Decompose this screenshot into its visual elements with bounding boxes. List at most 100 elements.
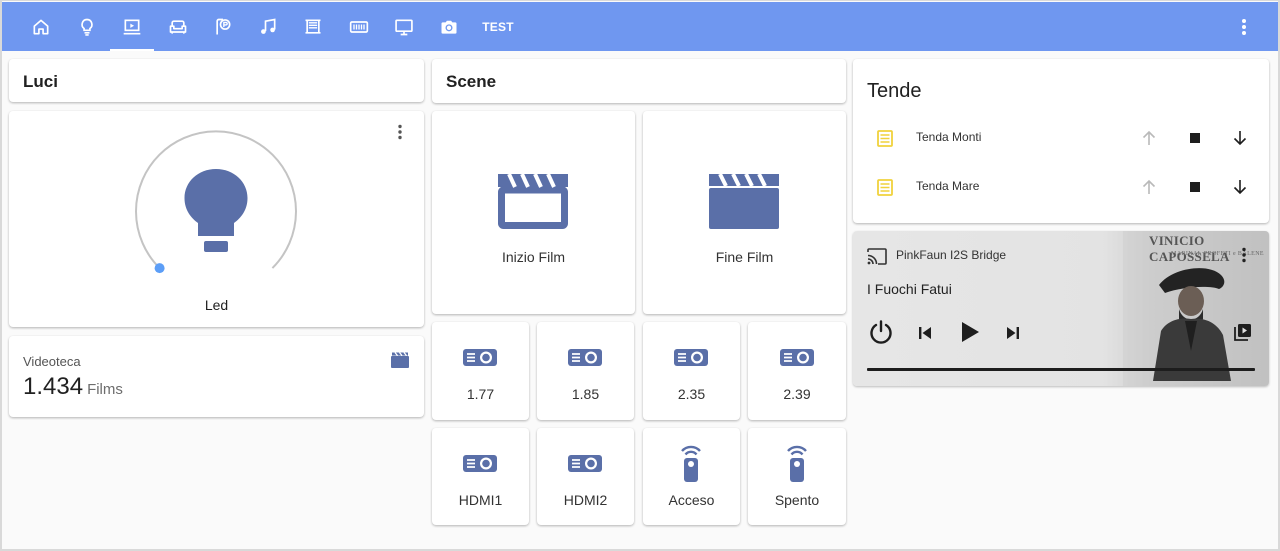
monitor-icon <box>395 19 413 35</box>
top-app-bar: TEST <box>2 2 1278 51</box>
skip-next-icon <box>1007 327 1019 339</box>
camera-icon <box>441 20 457 34</box>
remote-icon <box>681 445 701 482</box>
projector-icon <box>568 349 602 366</box>
cover-row: Tenda Monti <box>853 123 1269 153</box>
luci-header-card: Luci <box>9 59 424 102</box>
light-more-button[interactable] <box>397 124 409 140</box>
stop-icon <box>1190 133 1200 143</box>
cover-close-button[interactable] <box>1229 127 1251 149</box>
cover-close-button[interactable] <box>1229 176 1251 198</box>
arrow-down-icon <box>1233 131 1247 146</box>
power-icon <box>870 320 892 344</box>
parking-icon <box>216 18 231 34</box>
play-button[interactable] <box>957 319 983 345</box>
remote-icon <box>787 445 807 482</box>
dots-vertical-icon <box>398 124 402 140</box>
cover-open-button[interactable] <box>1138 176 1160 198</box>
projector-icon <box>674 349 708 366</box>
lightbulb-icon <box>81 18 93 36</box>
media-more-button[interactable] <box>1237 246 1251 264</box>
cover-stop-button[interactable] <box>1184 127 1206 149</box>
blinds-icon <box>877 179 893 196</box>
projector-icon <box>568 455 602 472</box>
button-label: HDMI1 <box>458 492 503 508</box>
sensor-name: Videoteca <box>23 354 81 369</box>
cover-open-button[interactable] <box>1138 127 1160 149</box>
arrow-up-icon <box>1142 179 1156 194</box>
movie-icon <box>709 173 779 229</box>
menu-button[interactable] <box>1234 16 1254 38</box>
tab-living[interactable] <box>165 2 191 51</box>
scene-label: Fine Film <box>715 249 774 265</box>
tab-home[interactable] <box>29 2 53 51</box>
tab-keyboard[interactable] <box>346 2 372 51</box>
tab-parking[interactable] <box>211 2 235 51</box>
tab-test[interactable]: TEST <box>478 2 518 51</box>
button-2-39[interactable]: 2.39 <box>748 322 846 420</box>
cover-stop-button[interactable] <box>1184 176 1206 198</box>
scene-inizio-film-button[interactable]: Inizio Film <box>432 111 635 314</box>
media-device-name: PinkFaun I2S Bridge <box>896 248 1007 262</box>
tab-music[interactable] <box>256 2 280 51</box>
skip-previous-icon <box>919 327 931 339</box>
tende-title: Tende <box>867 80 922 102</box>
dial-handle[interactable] <box>154 263 165 274</box>
button-hdmi1[interactable]: HDMI1 <box>432 428 529 525</box>
keyboard-icon <box>349 20 369 33</box>
videoteca-card[interactable]: Videoteca 1.434 Films <box>9 336 424 417</box>
button-2-35[interactable]: 2.35 <box>643 322 740 420</box>
stop-icon <box>1190 182 1200 192</box>
button-spento[interactable]: Spento <box>748 428 846 525</box>
cast-icon <box>867 248 887 265</box>
sensor-value: 1.434 <box>23 373 84 400</box>
arrow-down-icon <box>1233 180 1247 195</box>
tab-tv[interactable] <box>391 2 417 51</box>
cover-name: Tenda Monti <box>916 130 982 144</box>
cover-name: Tenda Mare <box>916 179 980 193</box>
button-1-85[interactable]: 1.85 <box>537 322 634 420</box>
previous-track-button[interactable] <box>916 324 934 342</box>
scene-label: Inizio Film <box>501 249 565 265</box>
brightness-dial[interactable] <box>129 127 304 297</box>
tende-card: Tende Tenda Monti Tenda Mare <box>853 59 1269 223</box>
media-player-card: VINICIO CAPOSSELA MARINAI, PROFETI e BAL… <box>853 231 1269 386</box>
scene-header-card: Scene <box>432 59 846 103</box>
light-card: Led <box>9 111 424 327</box>
cover-row: Tenda Mare <box>853 172 1269 202</box>
music-note-icon <box>261 18 276 34</box>
sensor-value-line: 1.434 Films <box>23 373 123 401</box>
playlist-play-icon <box>1234 324 1251 341</box>
lightbulb-icon[interactable] <box>184 169 248 252</box>
play-icon <box>962 322 979 342</box>
album-artist-text: VINICIO CAPOSSELA <box>1149 233 1230 264</box>
next-track-button[interactable] <box>1004 324 1022 342</box>
dots-vertical-icon <box>1242 19 1246 35</box>
movie-open-outline-icon <box>498 173 568 229</box>
media-progress-bar[interactable] <box>867 368 1255 371</box>
button-acceso[interactable]: Acceso <box>643 428 740 525</box>
button-1-77[interactable]: 1.77 <box>432 322 529 420</box>
dots-vertical-icon <box>1242 247 1246 263</box>
blinds-icon <box>877 130 893 147</box>
button-label: 2.35 <box>677 386 706 402</box>
button-label: 1.85 <box>571 386 600 402</box>
scene-title: Scene <box>446 72 497 91</box>
power-button[interactable] <box>867 318 895 346</box>
button-label: Acceso <box>668 492 715 508</box>
tab-lights[interactable] <box>75 2 99 51</box>
tab-cinema[interactable] <box>110 2 154 51</box>
projector-icon <box>780 349 814 366</box>
light-name: Led <box>204 297 229 313</box>
luci-title: Luci <box>23 72 58 91</box>
scene-fine-film-button[interactable]: Fine Film <box>643 111 846 314</box>
projector-screen-icon <box>123 19 141 34</box>
arrow-up-icon <box>1142 130 1156 145</box>
tab-test-label: TEST <box>482 19 514 34</box>
button-hdmi2[interactable]: HDMI2 <box>537 428 634 525</box>
home-icon <box>33 19 49 35</box>
button-label: Spento <box>774 492 820 508</box>
source-select-button[interactable] <box>1233 322 1253 342</box>
tab-blinds[interactable] <box>301 2 325 51</box>
tab-camera[interactable] <box>437 2 461 51</box>
